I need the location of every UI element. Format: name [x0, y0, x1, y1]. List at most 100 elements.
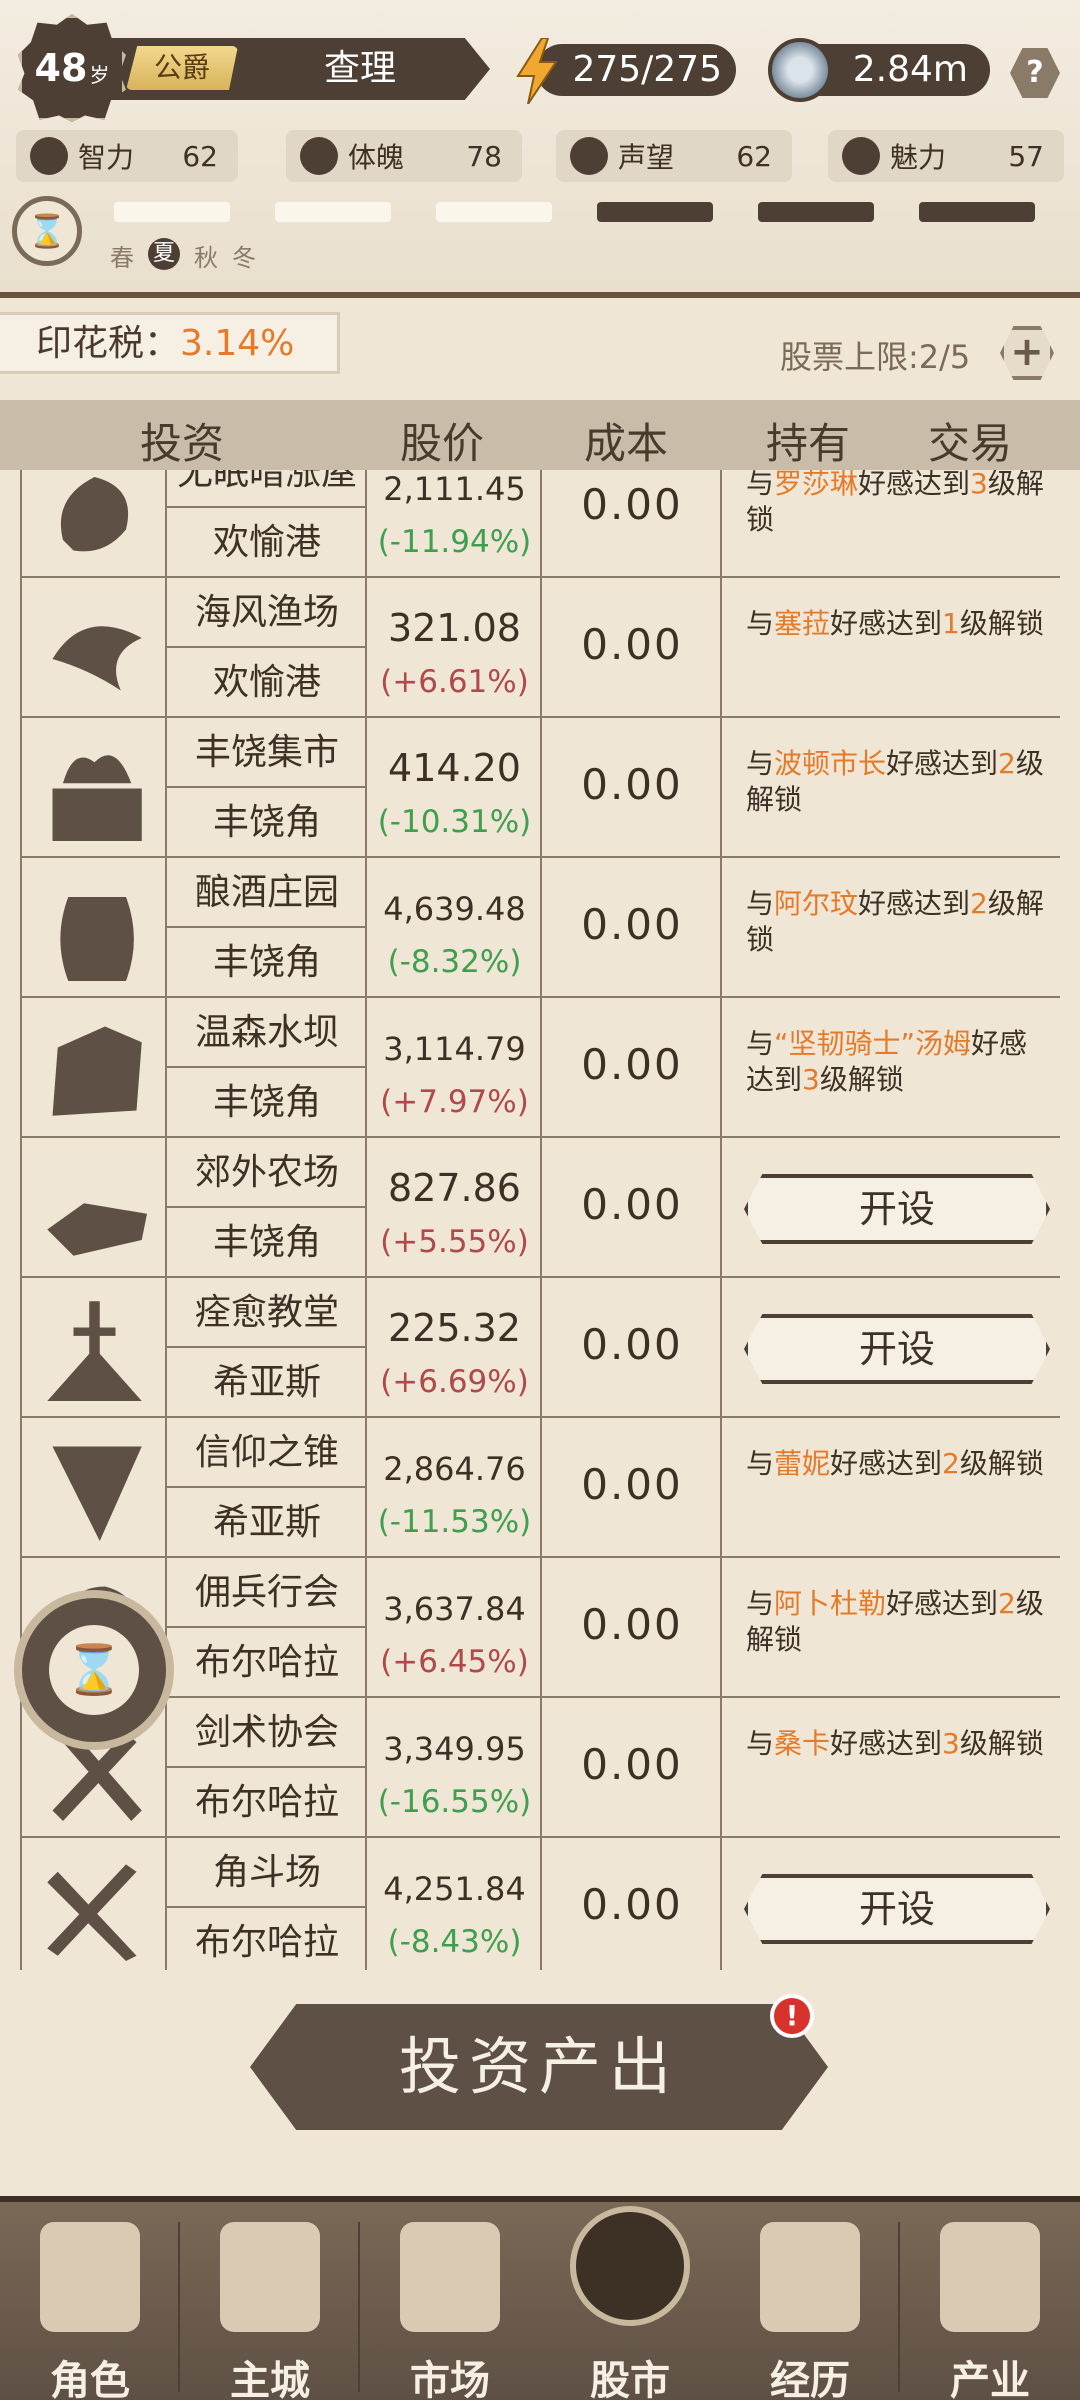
- lock-suffix: 好感达到: [886, 747, 999, 780]
- lock-person: 罗莎琳: [774, 467, 859, 500]
- stat-value: 62: [736, 139, 772, 173]
- table-row[interactable]: 温森水坝 丰饶角 3,114.79 (+7.97%) 0.00 与“坚韧骑士”汤姆好感达到…: [20, 998, 1060, 1138]
- lock-person: 阿尔玟: [774, 887, 859, 920]
- cost-cell: 0.00: [540, 1838, 720, 1970]
- trade-cell: 与阿卜杜勒好感达到2级解锁: [720, 1558, 1060, 1698]
- name-cell: 丰饶集市 丰饶角: [165, 718, 367, 858]
- price-change: (+6.61%): [380, 664, 529, 700]
- unlock-requirement: 与“坚韧骑士”汤姆好感达到3级解锁: [746, 1026, 1046, 1098]
- table-row[interactable]: 剑术协会 布尔哈拉 3,349.95 (-16.55%) 0.00 与桑卡好感达到3级解锁: [20, 1698, 1060, 1838]
- season-progress-segment: [758, 202, 874, 222]
- season-summer-current: 夏: [148, 238, 180, 270]
- price-cell: 827.86 (+5.55%): [365, 1138, 540, 1278]
- season-spring: 春: [110, 244, 134, 272]
- muscle-icon: [300, 137, 338, 175]
- business-name: 佣兵行会: [167, 1558, 367, 1628]
- cost-cell: 0.00: [540, 858, 720, 998]
- table-row[interactable]: 酿酒庄园 丰饶角 4,639.48 (-8.32%) 0.00 与阿尔玟好感达到2级解锁: [20, 858, 1060, 998]
- cost-value: 0.00: [581, 1880, 683, 1929]
- business-icon: [52, 1026, 142, 1116]
- nav-industry[interactable]: 产业: [900, 2202, 1080, 2400]
- plus-icon[interactable]: +: [1000, 326, 1054, 380]
- floating-hourglass-button[interactable]: ⌛: [14, 1590, 174, 1750]
- stock-price: 827.86: [388, 1166, 521, 1210]
- invest-output-button[interactable]: 投资产出: [250, 2004, 828, 2130]
- business-name: 角斗场: [167, 1838, 367, 1908]
- season-progress-segment: [597, 202, 713, 222]
- cost-cell: 0.00: [540, 1558, 720, 1698]
- scales-icon: [400, 2222, 500, 2332]
- table-row[interactable]: 角斗场 布尔哈拉 4,251.84 (-8.43%) 0.00 开设: [20, 1838, 1060, 1970]
- unlock-requirement: 与蕾妮好感达到2级解锁: [746, 1446, 1046, 1482]
- nav-character[interactable]: 角色: [0, 2202, 180, 2400]
- name-cell: 佣兵行会 布尔哈拉: [165, 1558, 367, 1698]
- stock-price: 4,639.48: [383, 890, 526, 928]
- stat-intelligence[interactable]: 智力 62: [16, 130, 238, 182]
- business-name: 痊愈教堂: [167, 1278, 367, 1348]
- nav-market[interactable]: 市场: [360, 2202, 540, 2400]
- unlock-requirement: 与阿卜杜勒好感达到2级解锁: [746, 1586, 1046, 1658]
- stock-price: 225.32: [388, 1306, 521, 1350]
- stamp-tax-label: 印花税：: [36, 323, 181, 364]
- stock-icon: [570, 2206, 690, 2326]
- lock-person: “坚韧骑士”汤姆: [774, 1027, 972, 1060]
- stat-charm[interactable]: 魅力 57: [828, 130, 1064, 182]
- player-name[interactable]: 查理: [250, 40, 470, 98]
- header-price: 股价: [400, 419, 485, 468]
- stock-price: 414.20: [388, 746, 521, 790]
- cost-value: 0.00: [581, 1320, 683, 1369]
- table-row[interactable]: 郊外农场 丰饶角 827.86 (+5.55%) 0.00 开设: [20, 1138, 1060, 1278]
- cost-value: 0.00: [581, 1180, 683, 1229]
- trade-cell: 开设: [720, 1278, 1060, 1418]
- scroll-icon: [760, 2222, 860, 2332]
- stat-physique[interactable]: 体魄 78: [286, 130, 522, 182]
- noble-title-tag: 公爵: [126, 46, 238, 90]
- open-position-button[interactable]: 开设: [744, 1174, 1050, 1244]
- lock-suffix: 级解锁: [959, 1447, 1044, 1480]
- business-icon-cell: [20, 578, 165, 718]
- lock-person: 塞菈: [774, 607, 831, 640]
- business-location: 丰饶角: [212, 942, 321, 983]
- table-row[interactable]: 佣兵行会 布尔哈拉 3,637.84 (+6.45%) 0.00 与阿卜杜勒好感达到2级解…: [20, 1558, 1060, 1698]
- table-row[interactable]: 信仰之锥 希亚斯 2,864.76 (-11.53%) 0.00 与蕾妮好感达到2级解锁: [20, 1418, 1060, 1558]
- lock-prefix: 与: [746, 887, 775, 920]
- business-name: 海风渔场: [167, 578, 367, 648]
- table-row[interactable]: 丰饶集市 丰饶角 414.20 (-10.31%) 0.00 与波顿市长好感达到2级解锁: [20, 718, 1060, 858]
- business-name: 温森水坝: [167, 998, 367, 1068]
- lock-prefix: 与: [746, 1727, 775, 1760]
- table-row[interactable]: 海风渔场 欢愉港 321.08 (+6.61%) 0.00 与塞菈好感达到1级解锁: [20, 578, 1060, 718]
- cost-cell: 0.00: [540, 578, 720, 718]
- open-position-button[interactable]: 开设: [744, 1874, 1050, 1944]
- lock-suffix: 好感达到: [858, 887, 971, 920]
- lock-prefix: 与: [746, 607, 775, 640]
- alert-badge: !: [770, 1994, 814, 2038]
- business-icon-cell: [20, 1838, 165, 1970]
- stat-label: 体魄: [348, 141, 405, 174]
- stock-table[interactable]: 投资 股价 成本 持有 交易 无眠暗涨屋 欢愉港 2,111.45 (-11.94%)…: [0, 400, 1080, 1970]
- help-icon[interactable]: ?: [1010, 48, 1060, 98]
- table-row[interactable]: 痊愈教堂 希亚斯 225.32 (+6.69%) 0.00 开设: [20, 1278, 1060, 1418]
- nav-label: 角色: [50, 2358, 130, 2400]
- lock-prefix: 与: [746, 1447, 775, 1480]
- price-change: (+5.55%): [380, 1224, 529, 1260]
- stock-price: 2,864.76: [383, 1450, 526, 1488]
- header-cost: 成本: [584, 419, 669, 468]
- season-hourglass-icon[interactable]: ⌛: [12, 196, 82, 266]
- cost-value: 0.00: [581, 1740, 683, 1789]
- business-icon: [47, 1301, 142, 1401]
- stock-price: 3,637.84: [383, 1590, 526, 1628]
- stock-price: 2,111.45: [383, 470, 526, 508]
- nav-experience[interactable]: 经历: [720, 2202, 900, 2400]
- open-position-button[interactable]: 开设: [744, 1314, 1050, 1384]
- lock-prefix: 与: [746, 747, 775, 780]
- cost-cell: 0.00: [540, 718, 720, 858]
- business-icon: [52, 755, 142, 841]
- top-header: 48 岁 公爵 查理 275/275 2.84m ? 智力 62 体魄 78 声…: [0, 0, 1080, 298]
- castle-icon: [220, 2222, 320, 2332]
- stat-label: 智力: [78, 141, 135, 174]
- business-location: 布尔哈拉: [194, 1922, 339, 1963]
- stat-reputation[interactable]: 声望 62: [556, 130, 792, 182]
- nav-stock-market[interactable]: 股市: [540, 2202, 720, 2400]
- nav-city[interactable]: 主城: [180, 2202, 360, 2400]
- business-location: 布尔哈拉: [194, 1642, 339, 1683]
